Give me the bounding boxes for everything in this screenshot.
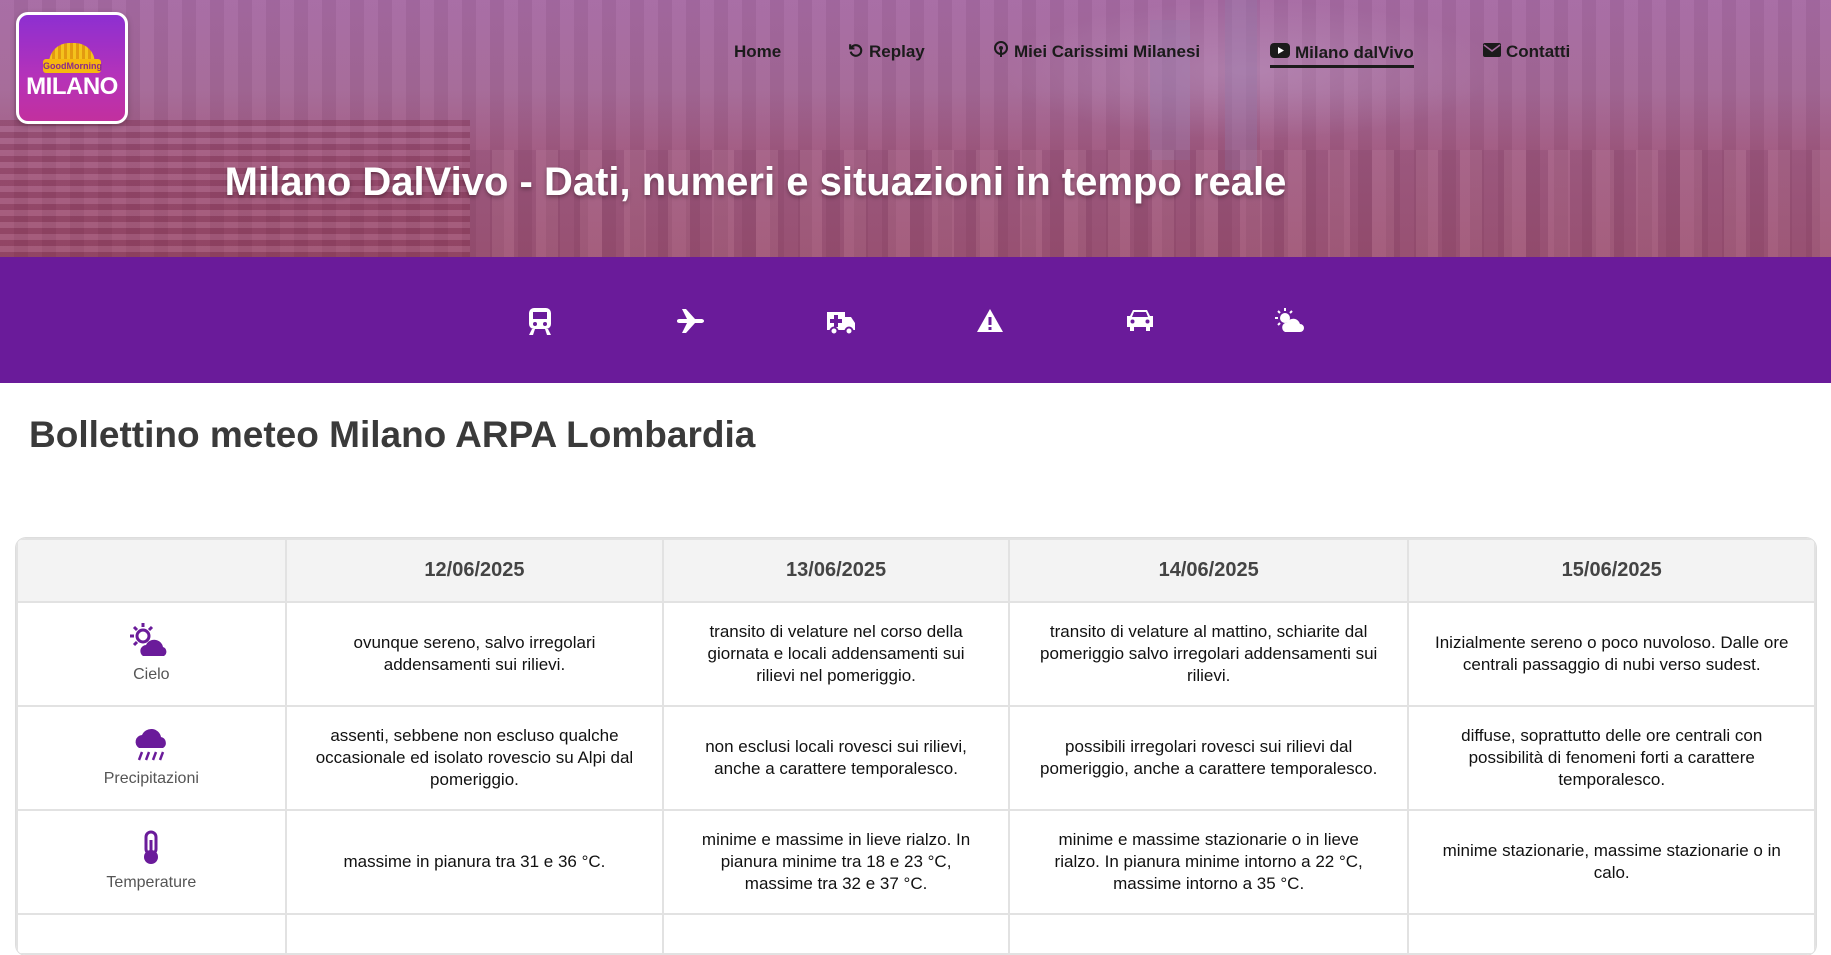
table-header-empty — [16, 538, 287, 603]
table-header-date: 15/06/2025 — [1407, 538, 1816, 603]
row-header-precipitazioni: Precipitazioni — [16, 705, 287, 811]
replay-icon — [847, 41, 864, 63]
warning-icon[interactable] — [975, 306, 1005, 336]
table-row-temperature: Temperature massime in pianura tra 31 e … — [16, 809, 1816, 915]
table-header-date: 14/06/2025 — [1007, 538, 1410, 603]
row-label: Precipitazioni — [103, 770, 199, 787]
hero-skyscraper — [1225, 0, 1257, 170]
weather-icon[interactable] — [1273, 306, 1304, 336]
table-cell: diffuse, soprattutto delle ore centrali … — [1407, 705, 1816, 811]
car-icon[interactable] — [1124, 306, 1154, 336]
row-header-cielo: Cielo — [16, 601, 287, 707]
thermometer-icon — [144, 830, 159, 864]
ambulance-icon[interactable] — [825, 306, 855, 336]
table-cell: assenti, sebbene non escluso qualche occ… — [284, 705, 665, 811]
nav-home[interactable]: Home — [734, 40, 781, 64]
table-cell: transito di velature nel corso della gio… — [662, 601, 1010, 707]
envelope-icon — [1483, 42, 1501, 62]
row-label: Cielo — [133, 666, 170, 683]
nav-milano-dalvivo-label: Milano dalVivo — [1295, 42, 1414, 62]
logo-badge: GoodMorning — [43, 59, 102, 73]
rain-cloud-icon — [135, 728, 167, 761]
nav-milano-dalvivo[interactable]: Milano dalVivo — [1270, 40, 1414, 68]
table-cell: ovunque sereno, salvo irregolari addensa… — [284, 601, 665, 707]
table-cell: non esclusi locali rovesci sui rilievi, … — [662, 705, 1010, 811]
table-cell: possibili irregolari rovesci sui rilievi… — [1007, 705, 1410, 811]
category-icon-bar — [0, 257, 1831, 383]
nav-replay-label: Replay — [869, 42, 925, 61]
table-cell: massime in pianura tra 31 e 36 °C. — [284, 809, 665, 915]
table-cell: minime stazionarie, massime stazionarie … — [1407, 809, 1816, 915]
weather-bulletin-table: 12/06/2025 13/06/2025 14/06/2025 15/06/2… — [16, 538, 1816, 955]
youtube-icon — [1270, 42, 1290, 63]
table-cell: Inizialmente sereno o poco nuvoloso. Dal… — [1407, 601, 1816, 707]
table-header-date: 13/06/2025 — [662, 538, 1010, 603]
row-header-temperature: Temperature — [16, 809, 287, 915]
table-cell: transito di velature al mattino, schiari… — [1007, 601, 1410, 707]
nav-contatti-label: Contatti — [1506, 42, 1571, 61]
train-icon[interactable] — [526, 306, 556, 336]
table-cell: minime e massime stazionarie o in lieve … — [1007, 809, 1410, 915]
site-logo[interactable]: GoodMorning MILANO — [16, 12, 128, 124]
row-label: Temperature — [106, 874, 197, 891]
plane-icon[interactable] — [675, 306, 705, 336]
hero-banner — [0, 0, 1831, 257]
sun-cloud-icon — [130, 623, 167, 656]
logo-wordmark: MILANO — [26, 73, 118, 100]
podcast-icon — [993, 41, 1009, 63]
page-title: Milano DalVivo - Dati, numeri e situazio… — [224, 160, 1287, 204]
nav-home-label: Home — [734, 42, 782, 61]
nav-miei-carissimi-milanesi-label: Miei Carissimi Milanesi — [1014, 42, 1201, 61]
nav-miei-carissimi-milanesi[interactable]: Miei Carissimi Milanesi — [993, 40, 1200, 64]
table-header-row: 12/06/2025 13/06/2025 14/06/2025 15/06/2… — [16, 538, 1816, 603]
nav-contatti[interactable]: Contatti — [1483, 40, 1570, 64]
table-header-date: 12/06/2025 — [284, 538, 665, 603]
table-cell: minime e massime in lieve rialzo. In pia… — [662, 809, 1010, 915]
table-row-cielo: Cielo ovunque sereno, salvo irregolari a… — [16, 601, 1816, 707]
section-title: Bollettino meteo Milano ARPA Lombardia — [29, 414, 756, 455]
table-row — [16, 913, 1816, 955]
table-row-precipitazioni: Precipitazioni assenti, sebbene non escl… — [16, 705, 1816, 811]
nav-replay[interactable]: Replay — [847, 40, 925, 64]
